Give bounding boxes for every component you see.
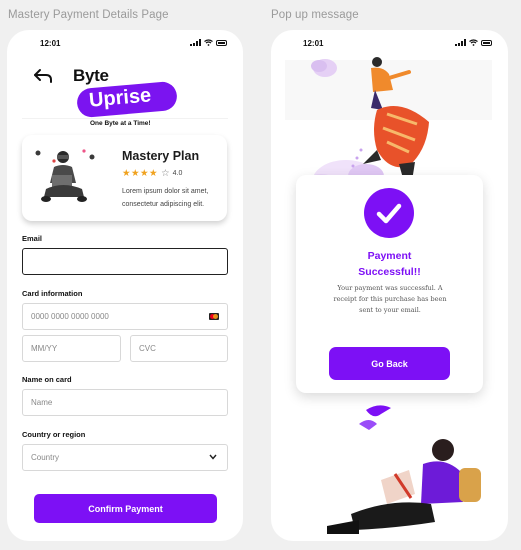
expiry-placeholder: MM/YY — [31, 344, 58, 353]
status-bar-popup: 12:01 — [271, 30, 508, 56]
student-illustration — [35, 149, 95, 202]
go-back-button[interactable]: Go Back — [329, 347, 450, 380]
name-input[interactable]: Name — [22, 389, 228, 416]
success-title-line2: Successful!! — [358, 266, 421, 278]
battery-icon — [216, 39, 227, 46]
battery-icon — [481, 39, 492, 46]
plan-title: Mastery Plan — [122, 149, 200, 163]
card-info-label: Card information — [22, 289, 83, 298]
name-placeholder: Name — [31, 398, 53, 407]
email-label: Email — [22, 234, 43, 243]
rating-value: 4.0 — [172, 170, 183, 177]
chevron-down-icon — [209, 454, 217, 460]
success-title: Payment Successful!! — [296, 248, 483, 280]
logo-tagline: One Byte at a Time! — [90, 120, 151, 127]
wifi-icon — [469, 39, 478, 46]
success-title-line1: Payment — [367, 250, 412, 262]
frame-title-payment: Mastery Payment Details Page — [8, 9, 169, 21]
reading-person-illustration — [327, 405, 481, 534]
name-on-card-label: Name on card — [22, 375, 72, 384]
status-icons — [190, 39, 227, 46]
status-icons-popup — [455, 39, 492, 46]
country-select[interactable]: Country — [22, 444, 228, 471]
plan-description: Lorem ipsum dolor sit amet, consectetur … — [122, 188, 209, 208]
cvc-input[interactable]: CVC — [130, 335, 228, 362]
empty-star-icon: ☆ — [161, 168, 170, 179]
back-arrow-icon[interactable] — [32, 67, 54, 85]
frame-title-popup: Pop up message — [271, 9, 359, 21]
email-field[interactable] — [22, 248, 228, 275]
payment-details-screen: 12:01 Byte Uprise One Byte at a Time! Ma… — [7, 30, 243, 541]
wifi-icon — [204, 39, 213, 46]
plan-rating: ★★★★ ☆ 4.0 — [122, 168, 182, 179]
card-brand-icon — [209, 313, 219, 320]
confirm-payment-button[interactable]: Confirm Payment — [34, 494, 217, 523]
signal-icon — [190, 39, 201, 46]
cvc-placeholder: CVC — [139, 344, 156, 353]
status-bar: 12:01 — [7, 30, 243, 56]
card-number-placeholder: 0000 0000 0000 0000 — [31, 312, 109, 321]
country-label: Country or region — [22, 430, 86, 439]
success-badge — [364, 188, 414, 238]
signal-icon — [455, 39, 466, 46]
logo-byte-text: Byte — [73, 66, 109, 85]
header-divider — [22, 118, 228, 119]
star-icon: ★★★★ — [122, 168, 159, 179]
success-message: Your payment was successful. A receipt f… — [333, 284, 447, 314]
plan-card: Mastery Plan ★★★★ ☆ 4.0 Lorem ipsum dolo… — [22, 135, 227, 221]
status-time-popup: 12:01 — [303, 39, 324, 48]
expiry-input[interactable]: MM/YY — [22, 335, 121, 362]
checkmark-icon — [376, 203, 402, 224]
country-value: Country — [31, 453, 60, 462]
status-time: 12:01 — [40, 39, 61, 48]
payment-success-modal: Payment Successful!! Your payment was su… — [296, 175, 483, 393]
popup-screen: 12:01 Payment Successful!! Your payment … — [271, 30, 508, 541]
card-number-input[interactable]: 0000 0000 0000 0000 — [22, 303, 228, 330]
